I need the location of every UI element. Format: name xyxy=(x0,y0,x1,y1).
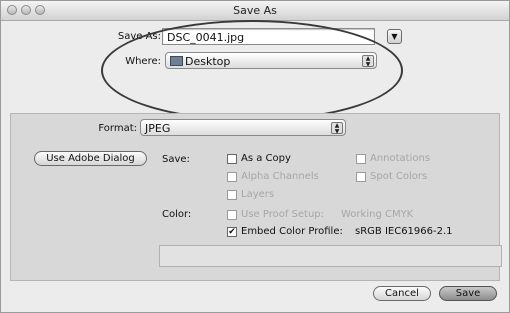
save-options-label: Save: xyxy=(162,154,190,165)
annotations-checkbox[interactable] xyxy=(356,154,366,164)
cancel-button[interactable]: Cancel xyxy=(373,286,431,301)
where-label: Where: xyxy=(125,56,161,67)
checkmark-icon: ✔ xyxy=(228,227,236,237)
window-title: Save As xyxy=(233,4,277,17)
chevron-down-icon: ▼ xyxy=(391,32,398,41)
filename-value: DSC_0041.jpg xyxy=(167,31,245,44)
format-value: JPEG xyxy=(145,122,171,135)
layers-label: Layers xyxy=(241,189,275,200)
alpha-channels-checkbox[interactable] xyxy=(227,172,237,182)
color-profile-value: sRGB IEC61966-2.1 xyxy=(355,226,453,237)
spot-colors-label: Spot Colors xyxy=(370,171,428,182)
save-as-label: Save As: xyxy=(117,31,161,42)
annotations-label: Annotations xyxy=(370,153,431,164)
proof-setup-value: Working CMYK xyxy=(341,209,414,220)
use-proof-setup-checkbox[interactable] xyxy=(227,210,237,220)
title-bar: Save As xyxy=(1,1,509,21)
status-area xyxy=(159,245,502,267)
expand-browser-button[interactable]: ▼ xyxy=(387,29,402,44)
color-label: Color: xyxy=(162,209,192,220)
as-a-copy-checkbox[interactable] xyxy=(227,154,237,164)
filename-input[interactable]: DSC_0041.jpg xyxy=(162,28,375,45)
where-value: Desktop xyxy=(185,55,231,68)
popup-arrows-icon: ▲ ▼ xyxy=(362,55,374,68)
save-as-dialog: Save As Save As: DSC_0041.jpg ▼ Where: D… xyxy=(0,0,510,313)
popup-arrows-icon: ▲ ▼ xyxy=(331,122,343,135)
as-a-copy-label: As a Copy xyxy=(241,153,291,164)
format-popup[interactable]: JPEG ▲ ▼ xyxy=(140,119,346,136)
folder-icon xyxy=(170,56,183,66)
alpha-channels-label: Alpha Channels xyxy=(241,171,319,182)
where-popup[interactable]: Desktop ▲ ▼ xyxy=(165,52,377,69)
use-adobe-dialog-button[interactable]: Use Adobe Dialog xyxy=(34,151,147,166)
spot-colors-checkbox[interactable] xyxy=(356,172,366,182)
save-button[interactable]: Save xyxy=(439,286,497,301)
embed-color-profile-checkbox[interactable]: ✔ xyxy=(227,227,237,237)
use-proof-setup-label: Use Proof Setup: xyxy=(241,209,325,220)
format-label: Format: xyxy=(98,123,137,134)
layers-checkbox[interactable] xyxy=(227,190,237,200)
embed-color-profile-label: Embed Color Profile: xyxy=(241,226,343,237)
